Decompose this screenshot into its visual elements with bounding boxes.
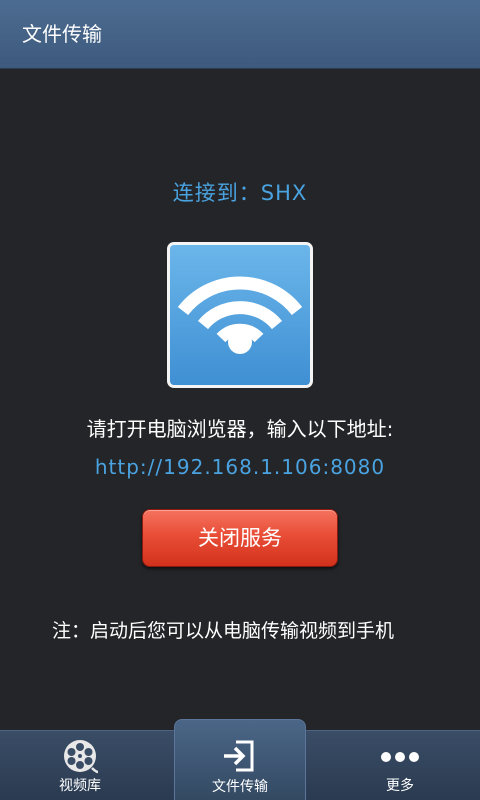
wifi-icon [177,276,303,354]
film-reel-icon [62,738,99,778]
page-title: 文件传输 [22,22,102,46]
wifi-status-tile [167,242,313,388]
nav-label-more: 更多 [386,778,414,794]
transfer-note: 注：启动后您可以从电脑传输视频到手机 [52,620,395,642]
bottom-nav: 视频库 文件传输 更多 [0,719,480,800]
title-bar: 文件传输 [0,0,480,69]
server-address: http://192.168.1.106:8080 [94,455,386,479]
close-service-button[interactable]: 关闭服务 [142,509,338,567]
browser-instruction: 请打开电脑浏览器，输入以下地址: [86,417,394,441]
nav-item-file-transfer[interactable]: 文件传输 [174,719,306,800]
file-transfer-icon [222,738,258,778]
screen: 文件传输 连接到：SHX 请打开电脑浏览器，输入以下地址: http://192… [0,0,480,800]
nav-item-more[interactable]: 更多 [320,731,480,800]
nav-item-video-library[interactable]: 视频库 [0,731,160,800]
connection-status: 连接到：SHX [172,181,308,205]
more-dots-icon [380,749,420,769]
nav-label-video-library: 视频库 [59,778,101,794]
nav-label-file-transfer: 文件传输 [212,779,268,795]
